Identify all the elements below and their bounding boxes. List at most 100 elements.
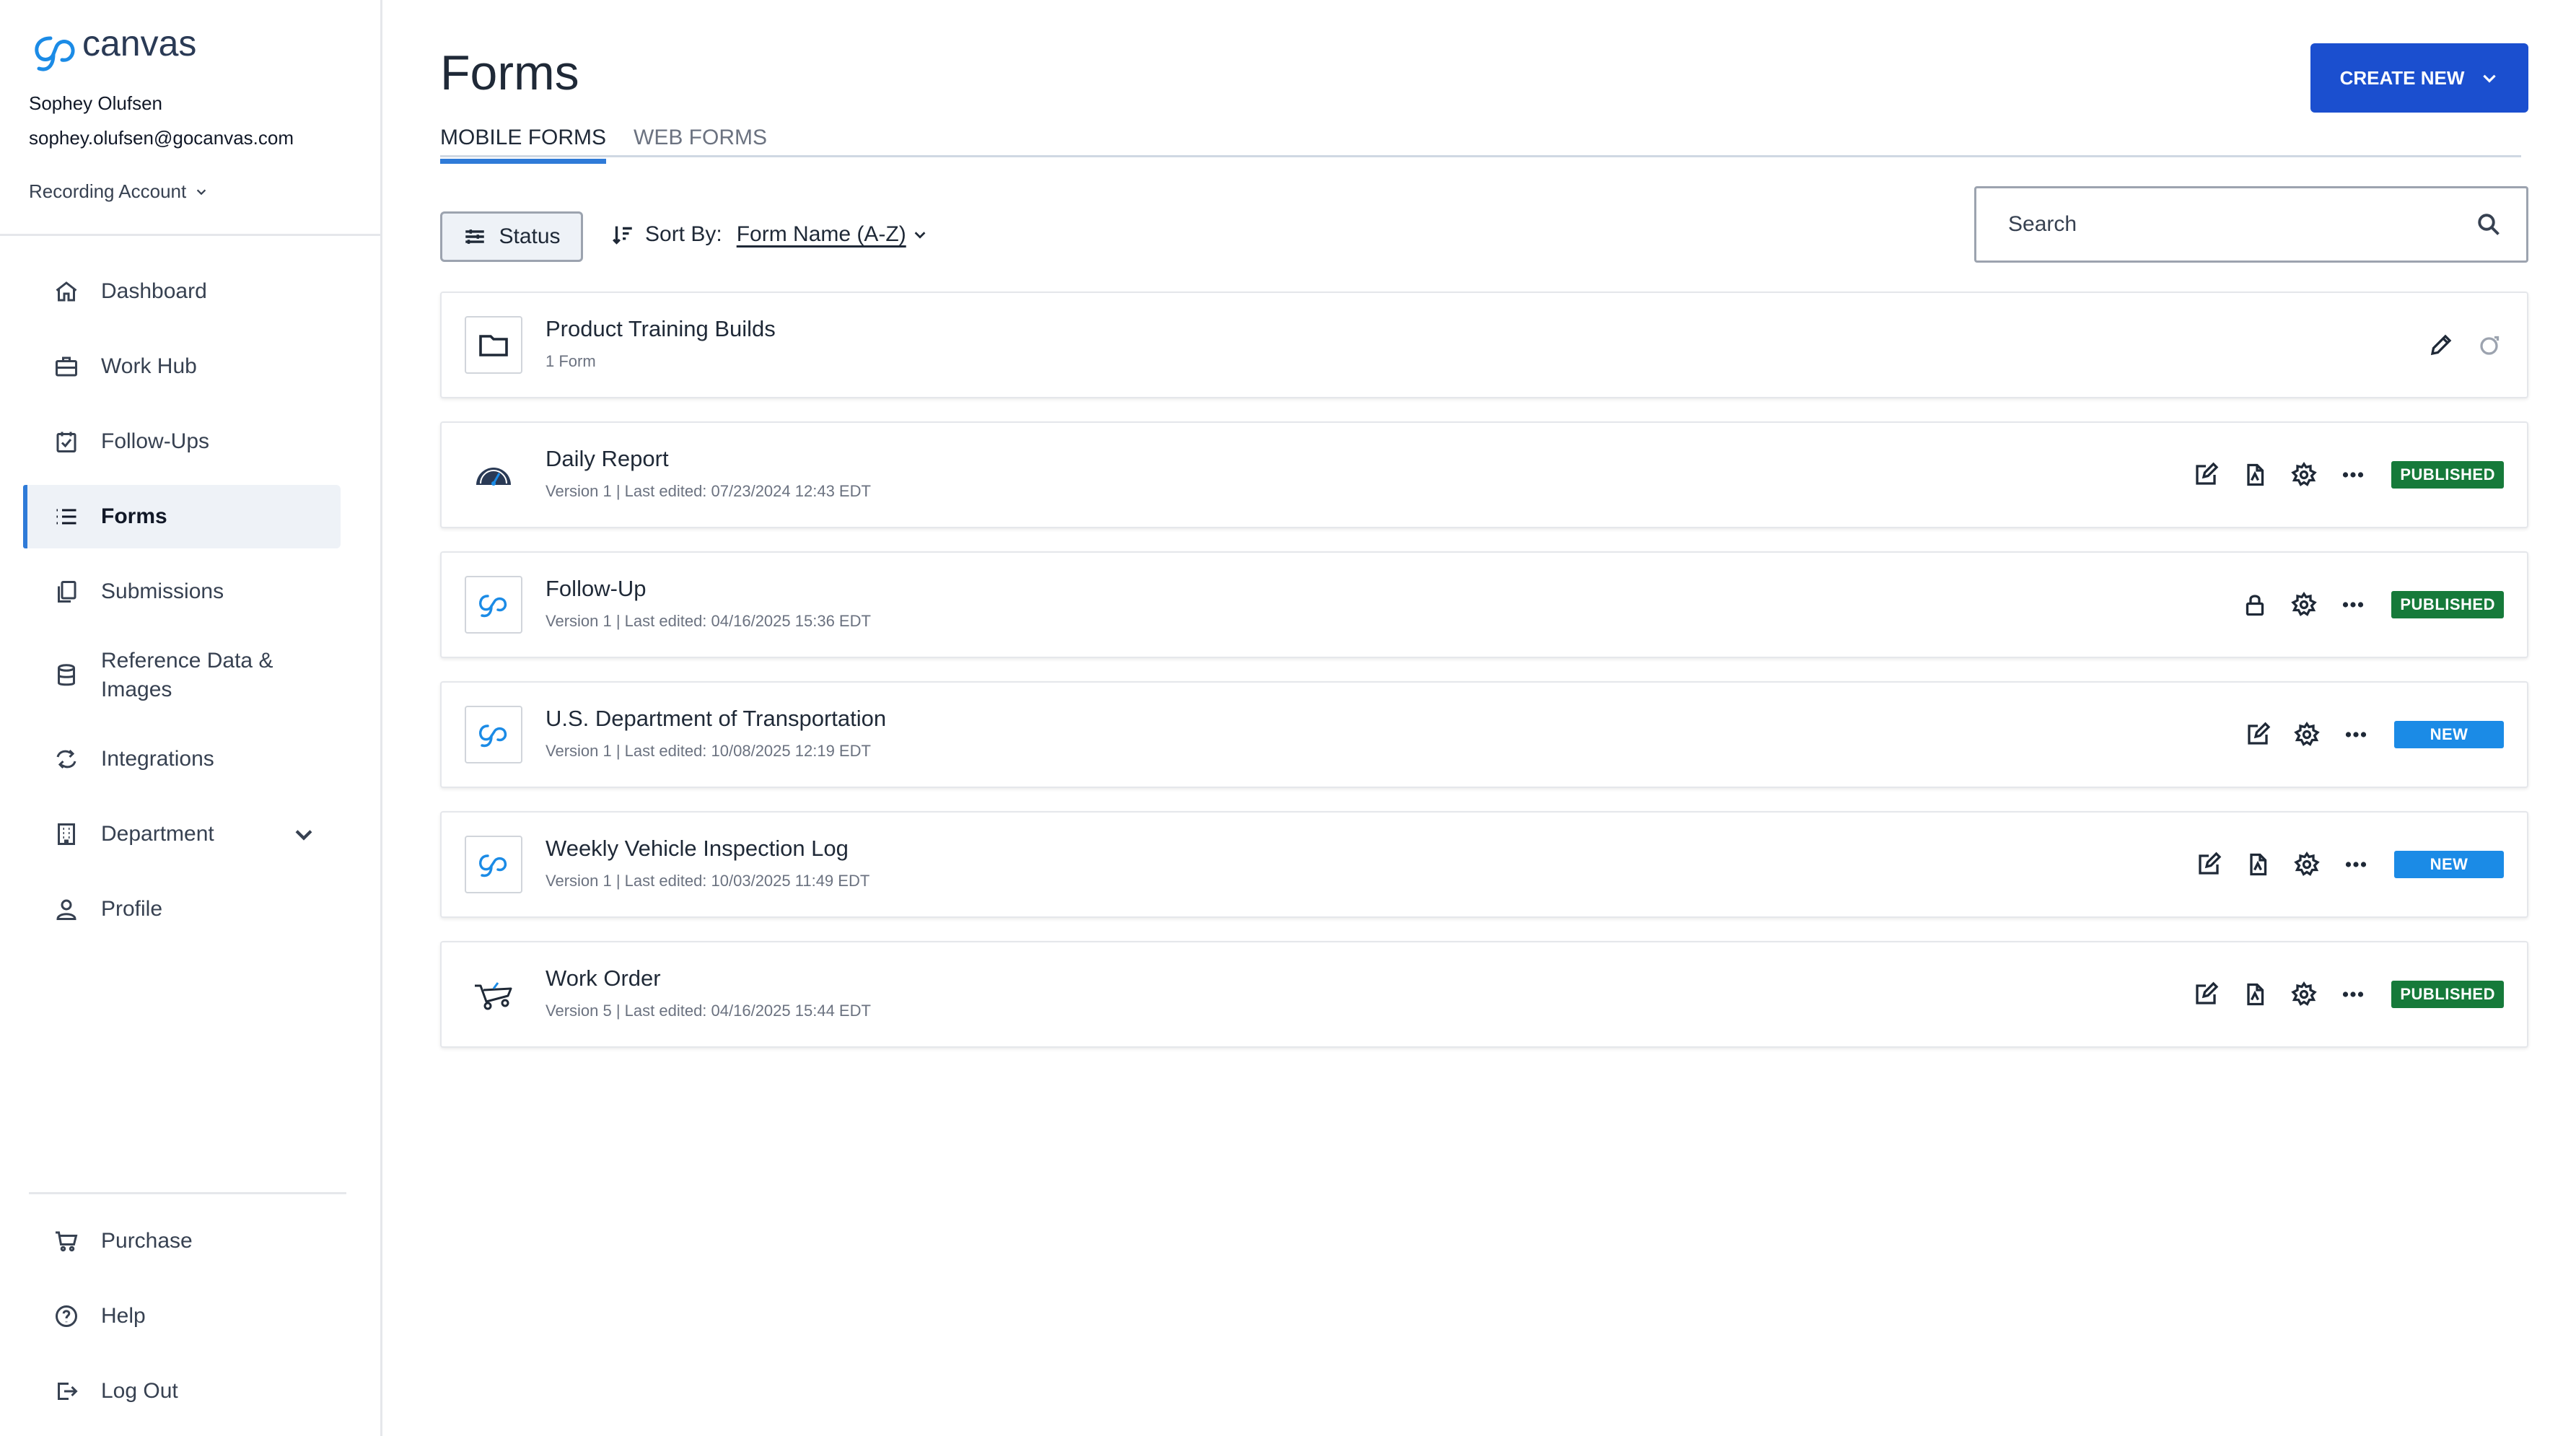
sort-dropdown[interactable]: Form Name (A-Z) xyxy=(737,222,928,247)
status-filter-label: Status xyxy=(499,224,561,248)
row-actions: PUBLISHED xyxy=(2241,553,2504,657)
pdf-icon[interactable] xyxy=(2241,461,2269,489)
lock-icon[interactable] xyxy=(2241,591,2269,618)
main-content: Forms CREATE NEW MOBILE FORMS WEB FORMS … xyxy=(440,0,2533,1436)
account-name: Recording Account xyxy=(29,180,187,202)
sidebar-item-label: Integrations xyxy=(101,747,214,771)
list-item[interactable]: Follow-Up Version 1 | Last edited: 04/16… xyxy=(440,551,2528,658)
sidebar-item-label: Profile xyxy=(101,897,163,921)
sidebar-item-label: Follow-Ups xyxy=(101,429,210,453)
sidebar-item-label: Help xyxy=(101,1304,146,1328)
more-icon[interactable] xyxy=(2342,851,2370,878)
sidebar-item-label: Work Hub xyxy=(101,354,197,378)
search-icon[interactable] xyxy=(2476,211,2502,237)
gocanvas-icon xyxy=(465,706,522,763)
sidebar-divider xyxy=(0,234,380,236)
pdf-icon[interactable] xyxy=(2241,981,2269,1008)
edit-icon[interactable] xyxy=(2244,721,2271,748)
form-type-tabs: MOBILE FORMS WEB FORMS xyxy=(440,121,2521,164)
cart-icon xyxy=(52,1227,81,1256)
status-badge: PUBLISHED xyxy=(2391,591,2504,618)
sidebar-item-log-out[interactable]: Log Out xyxy=(23,1360,341,1423)
sidebar-item-submissions[interactable]: Submissions xyxy=(23,560,341,623)
sidebar-item-dashboard[interactable]: Dashboard xyxy=(23,260,341,323)
more-icon[interactable] xyxy=(2339,461,2367,489)
form-title[interactable]: Weekly Vehicle Inspection Log xyxy=(546,836,849,862)
sidebar-item-integrations[interactable]: Integrations xyxy=(23,727,341,791)
list-item[interactable]: Weekly Vehicle Inspection Log Version 1 … xyxy=(440,811,2528,918)
form-subtitle: Version 5 | Last edited: 04/16/2025 15:4… xyxy=(546,1002,871,1020)
gear-icon[interactable] xyxy=(2290,591,2318,618)
tab-mobile-forms[interactable]: MOBILE FORMS xyxy=(440,126,607,164)
sidebar-nav: Dashboard Work Hub Follow-Ups Forms Subm… xyxy=(23,260,341,953)
sidebar: canvas Sophey Olufsen sophey.olufsen@goc… xyxy=(0,0,382,1436)
page-title: Forms xyxy=(440,45,579,100)
status-badge: NEW xyxy=(2394,851,2504,878)
sidebar-item-work-hub[interactable]: Work Hub xyxy=(23,335,341,398)
edit-icon[interactable] xyxy=(2192,461,2220,489)
edit-icon[interactable] xyxy=(2195,851,2222,878)
pencil-icon[interactable] xyxy=(2427,331,2455,359)
form-title[interactable]: Work Order xyxy=(546,966,661,991)
sidebar-item-department[interactable]: Department xyxy=(23,802,341,866)
more-icon[interactable] xyxy=(2342,721,2370,748)
gear-icon[interactable] xyxy=(2290,461,2318,489)
sidebar-item-help[interactable]: Help xyxy=(23,1284,341,1348)
more-icon[interactable] xyxy=(2339,981,2367,1008)
sidebar-item-label: Dashboard xyxy=(101,279,207,303)
row-actions: NEW xyxy=(2195,813,2504,916)
pdf-icon[interactable] xyxy=(2244,851,2271,878)
create-new-label: CREATE NEW xyxy=(2339,66,2465,89)
sort-icon xyxy=(613,226,632,245)
user-name: Sophey Olufsen xyxy=(29,92,163,114)
database-icon xyxy=(52,661,81,690)
form-subtitle: 1 Form xyxy=(546,352,596,370)
tab-web-forms[interactable]: WEB FORMS xyxy=(634,126,767,159)
status-badge: PUBLISHED xyxy=(2391,981,2504,1008)
status-badge: PUBLISHED xyxy=(2391,461,2504,489)
gear-icon[interactable] xyxy=(2290,981,2318,1008)
wheelbarrow-icon xyxy=(465,966,522,1023)
search-input[interactable] xyxy=(2008,212,2476,237)
briefcase-icon xyxy=(52,352,81,381)
form-title[interactable]: U.S. Department of Transportation xyxy=(546,706,886,732)
sidebar-item-reference-data[interactable]: Reference Data & Images xyxy=(23,635,341,716)
sidebar-divider xyxy=(29,1192,346,1194)
gear-icon[interactable] xyxy=(2293,851,2321,878)
chevron-down-icon xyxy=(197,189,206,195)
form-title[interactable]: Product Training Builds xyxy=(546,316,776,342)
row-actions: PUBLISHED xyxy=(2192,942,2504,1046)
status-badge: NEW xyxy=(2394,721,2504,748)
list-item[interactable]: Work Order Version 5 | Last edited: 04/1… xyxy=(440,941,2528,1048)
edit-icon[interactable] xyxy=(2192,981,2220,1008)
status-filter-button[interactable]: Status xyxy=(440,211,583,262)
sidebar-item-label: Log Out xyxy=(101,1379,178,1403)
form-subtitle: Version 1 | Last edited: 10/08/2025 12:1… xyxy=(546,742,871,760)
list-item[interactable]: Product Training Builds 1 Form xyxy=(440,292,2528,398)
account-switcher[interactable]: Recording Account xyxy=(29,180,208,203)
sidebar-item-label: Purchase xyxy=(101,1229,193,1253)
home-icon xyxy=(52,277,81,306)
list-item[interactable]: Daily Report Version 1 | Last edited: 07… xyxy=(440,421,2528,528)
row-actions: PUBLISHED xyxy=(2192,423,2504,527)
gear-icon[interactable] xyxy=(2293,721,2321,748)
sidebar-item-purchase[interactable]: Purchase xyxy=(23,1209,341,1273)
calendar-check-icon xyxy=(52,427,81,456)
list-item[interactable]: U.S. Department of Transportation Versio… xyxy=(440,681,2528,788)
sidebar-item-follow-ups[interactable]: Follow-Ups xyxy=(23,410,341,473)
list-icon xyxy=(52,502,81,531)
sidebar-item-profile[interactable]: Profile xyxy=(23,877,341,941)
sort-control: Sort By: Form Name (A-Z) xyxy=(610,222,928,247)
user-icon xyxy=(52,895,81,924)
logout-icon xyxy=(52,1377,81,1406)
chevron-down-icon[interactable] xyxy=(292,822,316,846)
more-icon[interactable] xyxy=(2339,591,2367,618)
form-title[interactable]: Daily Report xyxy=(546,446,669,472)
folder-refresh-icon[interactable] xyxy=(2476,331,2504,359)
gocanvas-logo[interactable]: canvas xyxy=(29,22,245,79)
sort-value: Form Name (A-Z) xyxy=(736,222,906,246)
folder-icon xyxy=(465,316,522,374)
create-new-button[interactable]: CREATE NEW xyxy=(2310,43,2528,113)
sidebar-item-forms[interactable]: Forms xyxy=(23,485,341,548)
form-title[interactable]: Follow-Up xyxy=(546,576,647,602)
